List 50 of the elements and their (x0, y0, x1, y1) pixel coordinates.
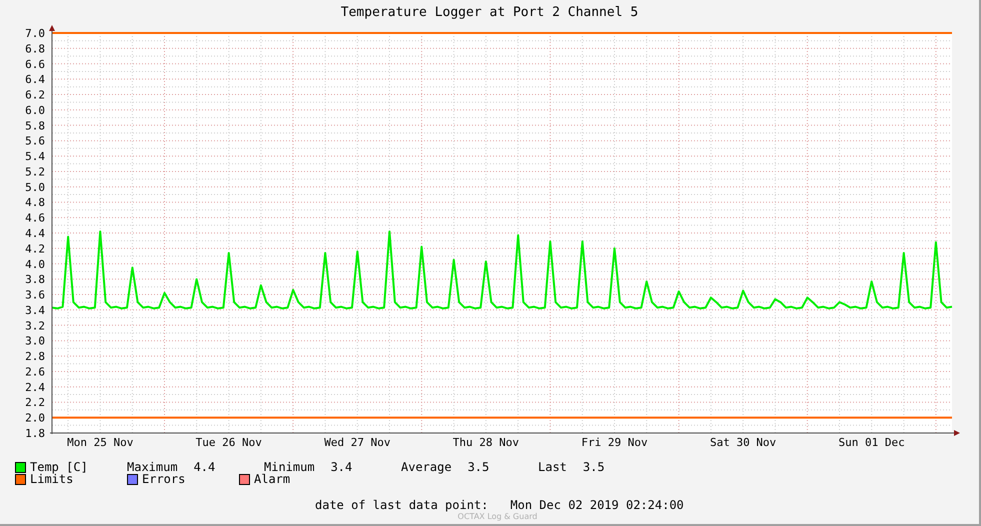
x-tick-label: Sun 01 Dec (838, 436, 905, 449)
y-tick-label: 2.2 (25, 396, 45, 410)
footer-text: OCTAX Log & Guard (458, 512, 538, 521)
statistic-value: 3.5 (468, 461, 490, 473)
y-tick-label: 6.6 (25, 58, 45, 71)
y-tick-label: 3.6 (25, 288, 45, 302)
y-tick-label: 3.0 (25, 334, 45, 348)
y-tick-label: 4.6 (25, 212, 45, 225)
y-tick-label: 2.8 (25, 350, 45, 364)
y-tick-label: 5.2 (25, 165, 45, 178)
x-tick-label: Tue 26 Nov (196, 436, 262, 449)
y-tick-label: 2.6 (25, 365, 45, 378)
legend-label: Limits (30, 473, 74, 485)
last-data-label: date of last data point: (315, 498, 488, 512)
y-tick-label: 4.0 (25, 258, 45, 271)
y-tick-label: 1.8 (25, 427, 45, 440)
y-tick-label: 3.8 (25, 273, 45, 286)
statistic-value: 4.4 (194, 461, 216, 473)
legend-label: Temp [C] (30, 461, 88, 473)
x-tick-label: Sat 30 Nov (710, 436, 776, 449)
y-tick-label: 3.4 (25, 304, 45, 317)
y-tick-label: 3.2 (25, 319, 45, 332)
y-tick-label: 2.0 (25, 412, 45, 425)
statistic-label: Minimum (264, 461, 315, 473)
last-data-date: Mon Dec 02 2019 02:24:00 (510, 498, 684, 512)
y-tick-label: 6.4 (25, 73, 45, 86)
y-tick-label: 4.4 (25, 227, 45, 240)
y-tick-label: 7.0 (25, 27, 45, 40)
y-tick-label: 5.6 (25, 134, 45, 148)
y-tick-label: 6.8 (25, 42, 45, 56)
statistic-label: Maximum (127, 461, 178, 473)
y-tick-label: 5.4 (25, 150, 45, 164)
x-tick-label: Thu 28 Nov (452, 436, 520, 449)
legend-label: Errors (142, 473, 186, 485)
x-tick-label: Mon 25 Nov (67, 436, 134, 449)
legend-label: Alarm (254, 473, 290, 485)
statistic-value: 3.5 (582, 461, 605, 473)
y-tick-label: 6.0 (25, 104, 45, 117)
y-tick-label: 5.8 (25, 119, 45, 132)
x-tick-label: Wed 27 Nov (324, 436, 390, 449)
y-tick-label: 4.8 (25, 196, 45, 210)
x-tick-label: Fri 29 Nov (581, 436, 648, 449)
y-tick-label: 6.2 (25, 88, 45, 102)
y-tick-label: 4.2 (25, 242, 45, 256)
statistic-label: Average (401, 461, 452, 473)
y-tick-label: 5.0 (25, 180, 45, 194)
statistic-value: 3.4 (330, 461, 352, 473)
chart-title: Temperature Logger at Port 2 Channel 5 (340, 4, 638, 20)
y-tick-label: 2.4 (25, 380, 45, 394)
statistic-label: Last (538, 461, 567, 473)
